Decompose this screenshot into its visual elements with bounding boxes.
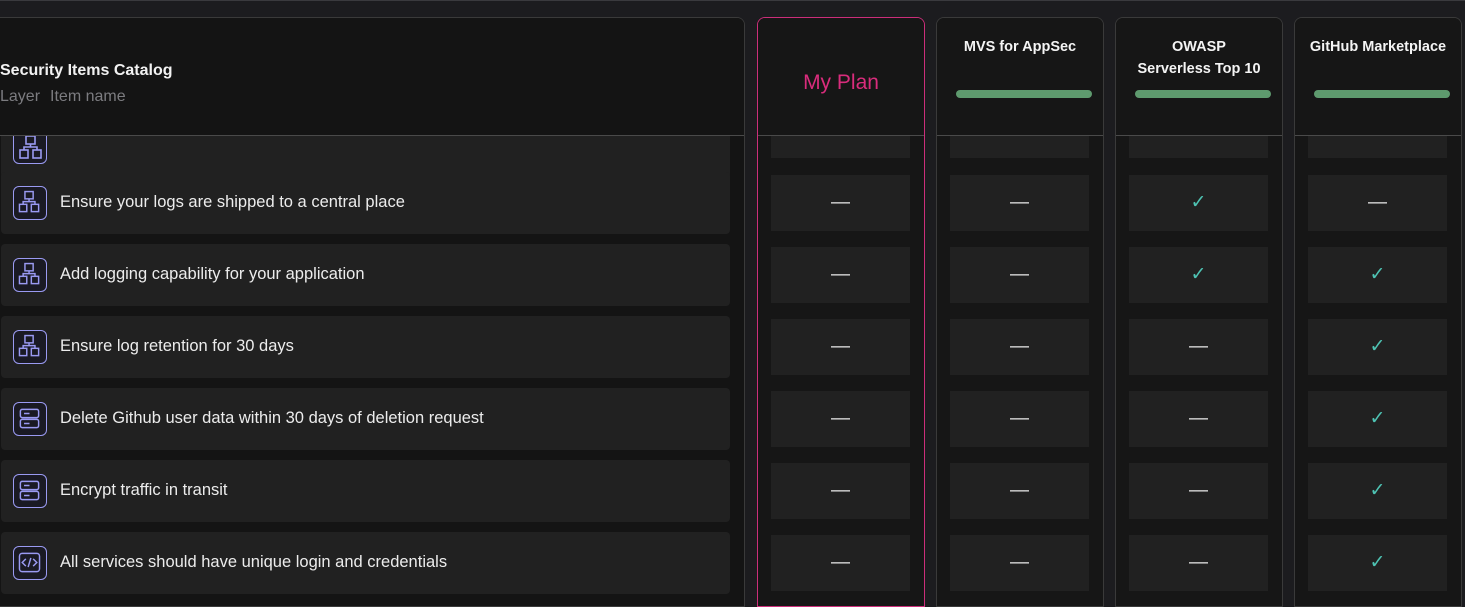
cell: — [771, 175, 910, 231]
cell: ✓ [1308, 319, 1447, 375]
security-items-catalog: Security Items Catalog Layer Item name En… [0, 17, 745, 607]
column-github-marketplace[interactable]: GitHub Marketplace — ✓ ✓ ✓ ✓ ✓ [1294, 17, 1462, 607]
catalog-header: Security Items Catalog Layer Item name [0, 18, 744, 136]
dash-mark: — [1189, 336, 1208, 357]
column-my-plan[interactable]: My Plan — — — — — — [757, 17, 925, 607]
code-icon [13, 546, 47, 580]
item-name: Add logging capability for your applicat… [60, 265, 365, 283]
list-item[interactable]: Ensure log retention for 30 days [1, 316, 730, 378]
cell: ✓ [1129, 247, 1268, 303]
network-nodes-icon [13, 330, 47, 364]
item-name: All services should have unique login an… [60, 553, 448, 571]
cell: ✓ [1308, 247, 1447, 303]
dash-mark: — [831, 408, 850, 429]
item-name: Delete Github user data within 30 days o… [60, 409, 484, 427]
cell: — [1129, 391, 1268, 447]
cell: — [950, 175, 1089, 231]
network-nodes-icon [13, 186, 47, 220]
catalog-subheader: Layer Item name [0, 88, 136, 106]
check-mark-icon: ✓ [1369, 552, 1386, 573]
dash-mark: — [1189, 552, 1208, 573]
cell: — [950, 247, 1089, 303]
check-mark-icon: ✓ [1190, 264, 1207, 285]
column-header: OWASP Serverless Top 10 [1116, 18, 1282, 136]
column-mvs-for-appsec[interactable]: MVS for AppSec — — — — — — [936, 17, 1104, 607]
check-mark-icon: ✓ [1369, 408, 1386, 429]
dash-mark: — [1010, 552, 1029, 573]
item-name: Encrypt traffic in transit [60, 481, 228, 499]
cell: — [950, 391, 1089, 447]
cell: ✓ [1308, 535, 1447, 591]
check-mark-icon: ✓ [1369, 264, 1386, 285]
dash-mark: — [1010, 192, 1029, 213]
column-title[interactable]: OWASP Serverless Top 10 [1116, 36, 1282, 80]
cell: — [771, 391, 910, 447]
dash-mark: — [1010, 408, 1029, 429]
cell: — [771, 463, 910, 519]
network-nodes-icon [13, 258, 47, 292]
column-label-item-name[interactable]: Item name [50, 88, 126, 105]
server-icon [13, 474, 47, 508]
cell: ✓ [1308, 463, 1447, 519]
cell: — [771, 247, 910, 303]
catalog-title: Security Items Catalog [0, 62, 173, 79]
column-title[interactable]: MVS for AppSec [937, 36, 1103, 58]
list-item[interactable]: All services should have unique login an… [1, 532, 730, 594]
column-header: MVS for AppSec [937, 18, 1103, 136]
dash-mark: — [831, 192, 850, 213]
cell: ✓ [1129, 175, 1268, 231]
check-mark-icon: ✓ [1190, 192, 1207, 213]
list-item[interactable]: Delete Github user data within 30 days o… [1, 388, 730, 450]
server-icon [13, 402, 47, 436]
cell: — [950, 463, 1089, 519]
item-name: Ensure your logs are shipped to a centra… [60, 193, 405, 211]
progress-bar [1135, 90, 1271, 98]
list-item[interactable]: Add logging capability for your applicat… [1, 244, 730, 306]
dash-mark: — [1010, 336, 1029, 357]
dash-mark: — [831, 552, 850, 573]
column-header: My Plan [758, 18, 924, 136]
dash-mark: — [831, 336, 850, 357]
window-top-border [0, 0, 1465, 1]
list-item[interactable]: Encrypt traffic in transit [1, 460, 730, 522]
column-title[interactable]: My Plan [758, 72, 924, 94]
cell: — [771, 319, 910, 375]
dash-mark: — [831, 480, 850, 501]
cell: — [1129, 535, 1268, 591]
cell: — [1129, 319, 1268, 375]
cell: — [1129, 463, 1268, 519]
column-title[interactable]: GitHub Marketplace [1295, 36, 1461, 58]
cell: — [950, 319, 1089, 375]
cell: — [771, 535, 910, 591]
dash-mark: — [1189, 408, 1208, 429]
cell: — [1308, 175, 1447, 231]
dash-mark: — [831, 264, 850, 285]
dash-mark: — [1368, 192, 1387, 213]
check-mark-icon: ✓ [1369, 336, 1386, 357]
dash-mark: — [1010, 480, 1029, 501]
check-mark-icon: ✓ [1369, 480, 1386, 501]
column-header: GitHub Marketplace [1295, 18, 1461, 136]
cell: ✓ [1308, 391, 1447, 447]
dash-mark: — [1010, 264, 1029, 285]
dash-mark: — [1189, 480, 1208, 501]
progress-bar [1314, 90, 1450, 98]
cell: — [950, 535, 1089, 591]
column-label-layer[interactable]: Layer [0, 88, 40, 105]
column-owasp-serverless-top-10[interactable]: OWASP Serverless Top 10 ✓ ✓ — — — — [1115, 17, 1283, 607]
list-item[interactable]: Ensure your logs are shipped to a centra… [1, 172, 730, 234]
item-name: Ensure log retention for 30 days [60, 337, 294, 355]
progress-bar [956, 90, 1092, 98]
